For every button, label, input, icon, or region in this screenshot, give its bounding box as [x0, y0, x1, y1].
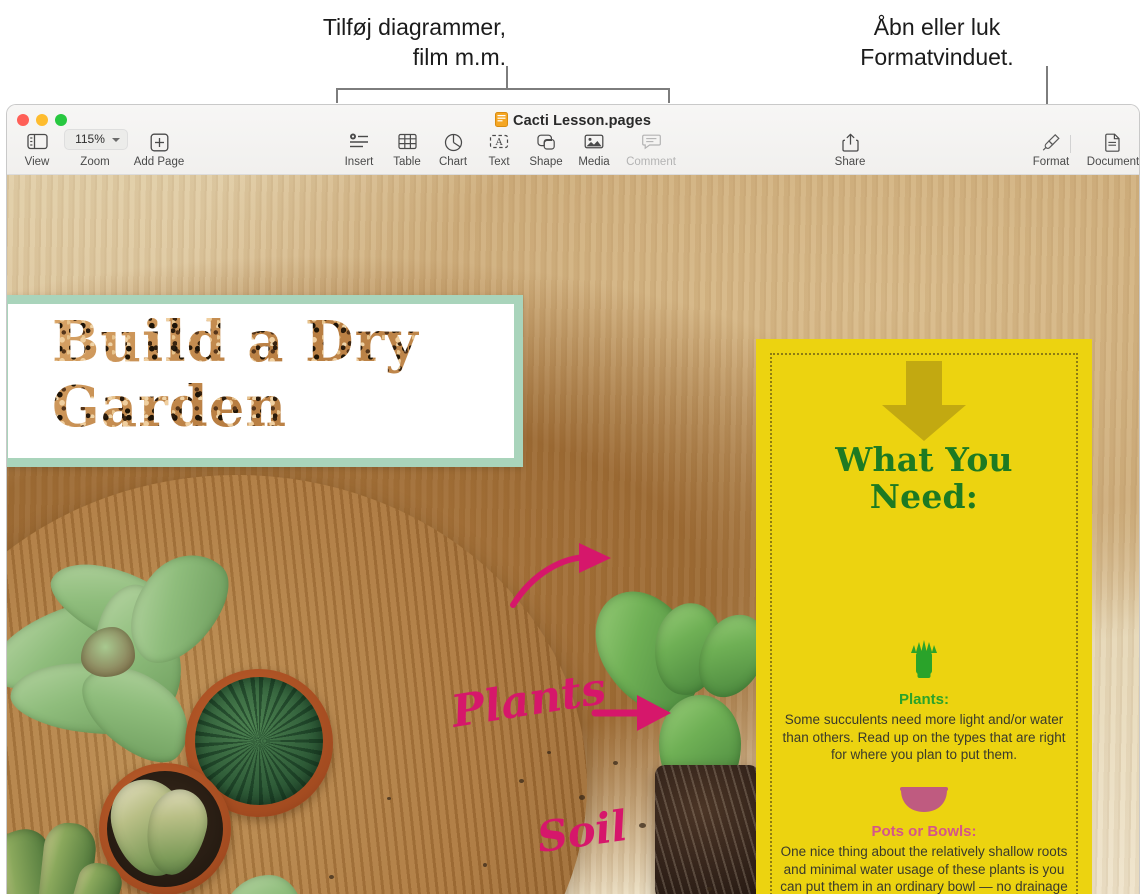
section-plants-heading: Plants:	[898, 691, 949, 708]
panel-heading: What You Need:	[835, 440, 1013, 516]
svg-text:A: A	[495, 137, 503, 148]
bowl-icon	[778, 787, 1070, 818]
annotation-plants-arrow	[510, 543, 611, 608]
zoom-spacer-icon	[59, 133, 131, 154]
soil-speck	[579, 795, 585, 800]
screenshot-root: Tilføj diagrammer, film m.m. Åbn eller l…	[0, 0, 1146, 894]
format-toolbar-button[interactable]: Format	[1021, 133, 1081, 168]
document-title-text: Cacti Lesson.pages	[513, 113, 651, 129]
soil-speck	[707, 887, 712, 891]
callout-bracket-tick-left	[336, 88, 338, 103]
annotation-soil-arrow	[591, 695, 671, 731]
document-page-icon	[1083, 133, 1139, 154]
callout-format-panel: Åbn eller luk Formatvinduet.	[860, 14, 1014, 70]
soil-speck	[613, 761, 618, 765]
add-page-label: Add Page	[133, 156, 185, 168]
format-label: Format	[1032, 156, 1070, 168]
soil-speck	[639, 823, 646, 828]
document-title-box[interactable]: Build a Dry Garden	[7, 295, 523, 467]
document-label: Document	[1086, 156, 1140, 168]
section-pots-body: One nice thing about the relatively shal…	[780, 844, 1068, 894]
callout-bracket-tick-right	[668, 88, 670, 103]
section-pots-heading: Pots or Bowls:	[871, 823, 977, 840]
pages-window: Cacti Lesson.pages View 115% Zoom Add Pa…	[6, 104, 1140, 894]
soil-speck	[547, 751, 551, 754]
paintbrush-icon	[1021, 133, 1081, 154]
media-image-icon	[564, 133, 624, 154]
section-plants-body: Some succulents need more light and/or w…	[782, 712, 1066, 762]
document-title-bar: Cacti Lesson.pages	[7, 112, 1139, 129]
comment-label: Comment	[626, 156, 676, 168]
down-arrow-icon	[882, 361, 966, 441]
soil-speck	[329, 875, 334, 879]
zoom-toolbar-label: Zoom	[59, 133, 131, 168]
document-toolbar-button[interactable]: Document	[1083, 133, 1140, 168]
share-icon	[820, 133, 880, 154]
document-canvas[interactable]: Build a Dry Garden Plants Soil Bowls	[7, 175, 1139, 894]
comment-toolbar-button[interactable]: Comment	[621, 133, 681, 168]
share-toolbar-button[interactable]: Share	[820, 133, 880, 168]
section-pots-or-bowls: Pots or Bowls: One nice thing about the …	[778, 787, 1070, 894]
callout-insert-tools: Tilføj diagrammer, film m.m.	[322, 14, 506, 70]
callout-bracket-bar	[336, 88, 670, 90]
what-you-need-panel[interactable]: What You Need: Plants: Some succulents n…	[756, 339, 1092, 894]
add-page-icon	[129, 133, 189, 154]
media-toolbar-button[interactable]: Media	[564, 133, 624, 168]
window-titlebar: Cacti Lesson.pages View 115% Zoom Add Pa…	[7, 105, 1139, 175]
soil-speck	[483, 863, 487, 867]
media-label: Media	[578, 156, 610, 168]
share-label: Share	[834, 156, 866, 168]
soil-speck	[519, 779, 524, 783]
cactus-root-ball	[655, 765, 759, 894]
comment-bubble-icon	[621, 133, 681, 154]
cactus-icon	[778, 639, 1070, 686]
view-label: View	[24, 156, 50, 168]
callout-bracket-stem	[506, 66, 508, 90]
soil-speck	[387, 797, 391, 800]
section-plants: Plants: Some succulents need more light …	[778, 639, 1070, 764]
document-title-text: Build a Dry Garden	[52, 310, 492, 440]
sidebar-icon	[7, 133, 67, 154]
add-page-toolbar-button[interactable]: Add Page	[129, 133, 189, 168]
pages-document-icon	[495, 112, 508, 127]
zoom-label: Zoom	[80, 156, 110, 168]
view-toolbar-button[interactable]: View	[7, 133, 67, 168]
